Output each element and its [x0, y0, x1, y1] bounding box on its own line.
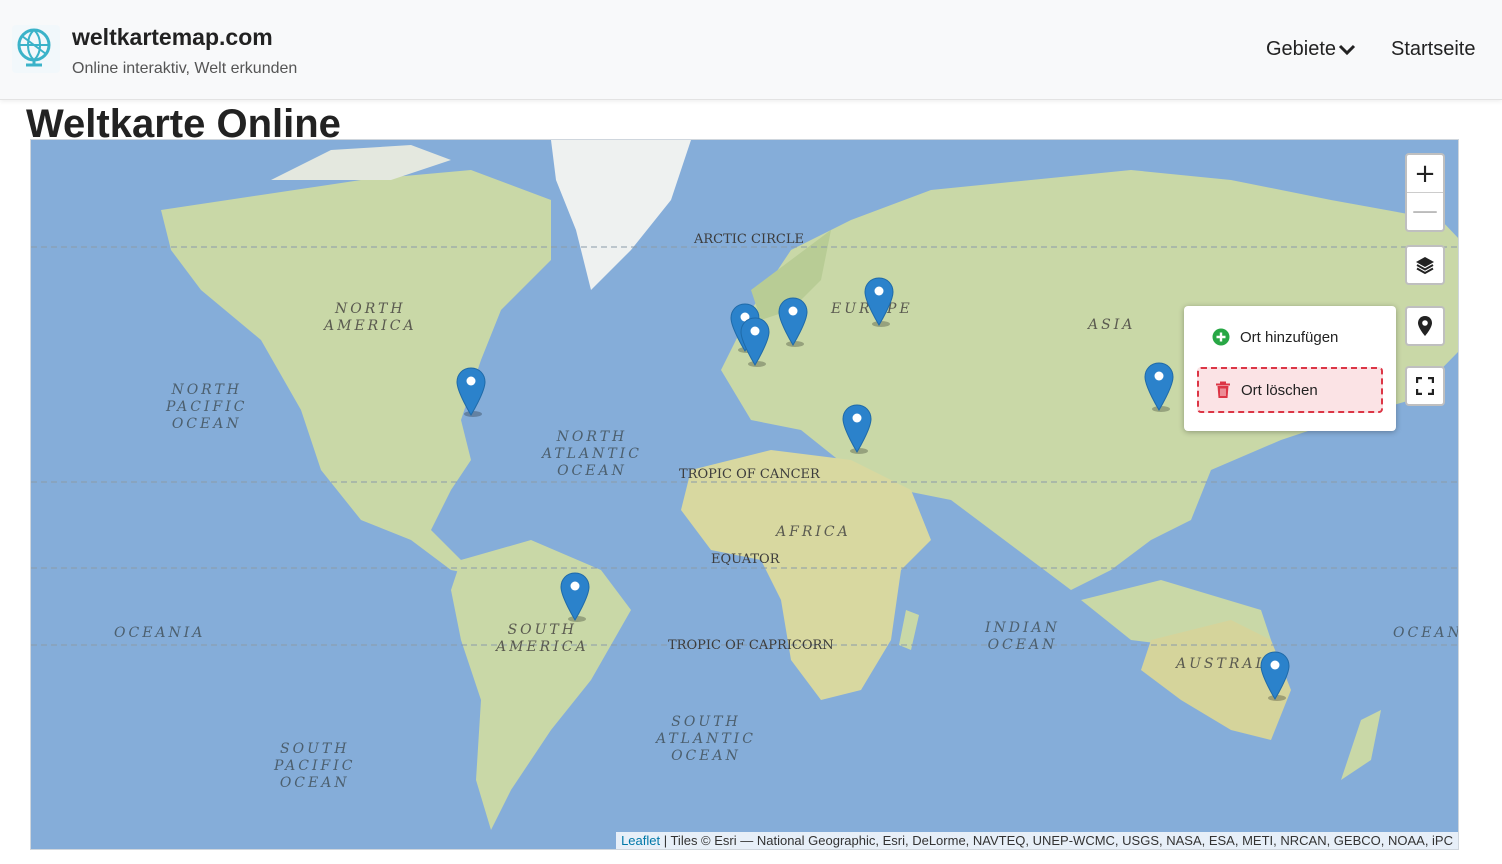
map-pin-icon: [864, 277, 894, 327]
tropic-capricorn-label: TROPIC OF CAPRICORN: [668, 638, 834, 653]
equator-label: EQUATOR: [711, 552, 780, 567]
asia-label: ASIA: [1088, 317, 1136, 333]
tropic-cancer-label: TROPIC OF CANCER: [679, 467, 820, 482]
north-pacific-label: NORTH PACIFIC OCEAN: [166, 382, 248, 432]
zoom-out-button[interactable]: —: [1407, 192, 1443, 229]
map-attribution: Leaflet | Tiles © Esri — National Geogra…: [616, 832, 1458, 849]
arctic-circle-label: ARCTIC CIRCLE: [694, 232, 804, 247]
zoom-control: + —: [1405, 153, 1445, 232]
layers-icon: [1416, 257, 1434, 275]
add-location-item[interactable]: Ort hinzufügen: [1212, 328, 1338, 346]
map-pin-icon: [842, 404, 872, 454]
north-america-label: NORTH AMERICA: [324, 301, 417, 334]
map-pin-icon: [740, 317, 770, 367]
plus-circle-icon: [1212, 328, 1230, 346]
delete-location-label: Ort löschen: [1241, 381, 1318, 399]
delete-location-item[interactable]: Ort löschen: [1197, 367, 1383, 413]
map-marker-egypt[interactable]: [842, 404, 872, 454]
globe-logo-icon[interactable]: [12, 25, 60, 73]
map-pin-icon: [1144, 362, 1174, 412]
trash-icon: [1216, 381, 1230, 398]
oceania-left-label: OCEANIA: [114, 625, 206, 641]
map-marker-usa[interactable]: [456, 367, 486, 417]
oceania-right-label: OCEANIA: [1393, 625, 1458, 641]
fullscreen-icon: [1416, 377, 1434, 395]
nav-startseite-link[interactable]: Startseite: [1391, 38, 1475, 61]
map-marker-china[interactable]: [1144, 362, 1174, 412]
map-pin-icon: [456, 367, 486, 417]
add-location-label: Ort hinzufügen: [1240, 328, 1339, 346]
north-atlantic-label: NORTH ATLANTIC OCEAN: [542, 429, 642, 479]
map-marker-australia[interactable]: [1260, 651, 1290, 701]
map-pin-icon: [1260, 651, 1290, 701]
site-tagline: Online interaktiv, Welt erkunden: [72, 60, 298, 77]
tiles-attribution: | Tiles © Esri — National Geographic, Es…: [660, 833, 1453, 848]
site-name[interactable]: weltkartemap.com: [72, 24, 273, 51]
nav-gebiete-dropdown[interactable]: Gebiete: [1266, 38, 1356, 61]
location-popup-menu: Ort hinzufügen Ort löschen: [1184, 306, 1396, 431]
world-map[interactable]: ARCTIC CIRCLE TROPIC OF CANCER EQUATOR T…: [30, 139, 1459, 850]
fullscreen-button[interactable]: [1405, 366, 1445, 406]
map-marker-icon: [1418, 316, 1432, 336]
map-pin-icon: [778, 297, 808, 347]
layers-button[interactable]: [1405, 245, 1445, 285]
south-pacific-label: SOUTH PACIFIC OCEAN: [274, 741, 356, 791]
indian-ocean-label: INDIAN OCEAN: [985, 620, 1060, 653]
south-america-label: SOUTH AMERICA: [496, 622, 589, 655]
south-atlantic-label: SOUTH ATLANTIC OCEAN: [656, 714, 756, 764]
location-marker-button[interactable]: [1405, 306, 1445, 346]
map-marker-germany[interactable]: [778, 297, 808, 347]
leaflet-link[interactable]: Leaflet: [621, 833, 660, 848]
map-marker-russia[interactable]: [864, 277, 894, 327]
zoom-in-button[interactable]: +: [1407, 155, 1443, 192]
nav-gebiete-label: Gebiete: [1266, 38, 1337, 60]
africa-label: AFRICA: [776, 524, 851, 540]
map-pin-icon: [560, 572, 590, 622]
site-header: weltkartemap.com Online interaktiv, Welt…: [0, 0, 1502, 100]
chevron-down-icon: [1339, 44, 1356, 55]
map-marker-brazil[interactable]: [560, 572, 590, 622]
map-marker-uk-2[interactable]: [740, 317, 770, 367]
